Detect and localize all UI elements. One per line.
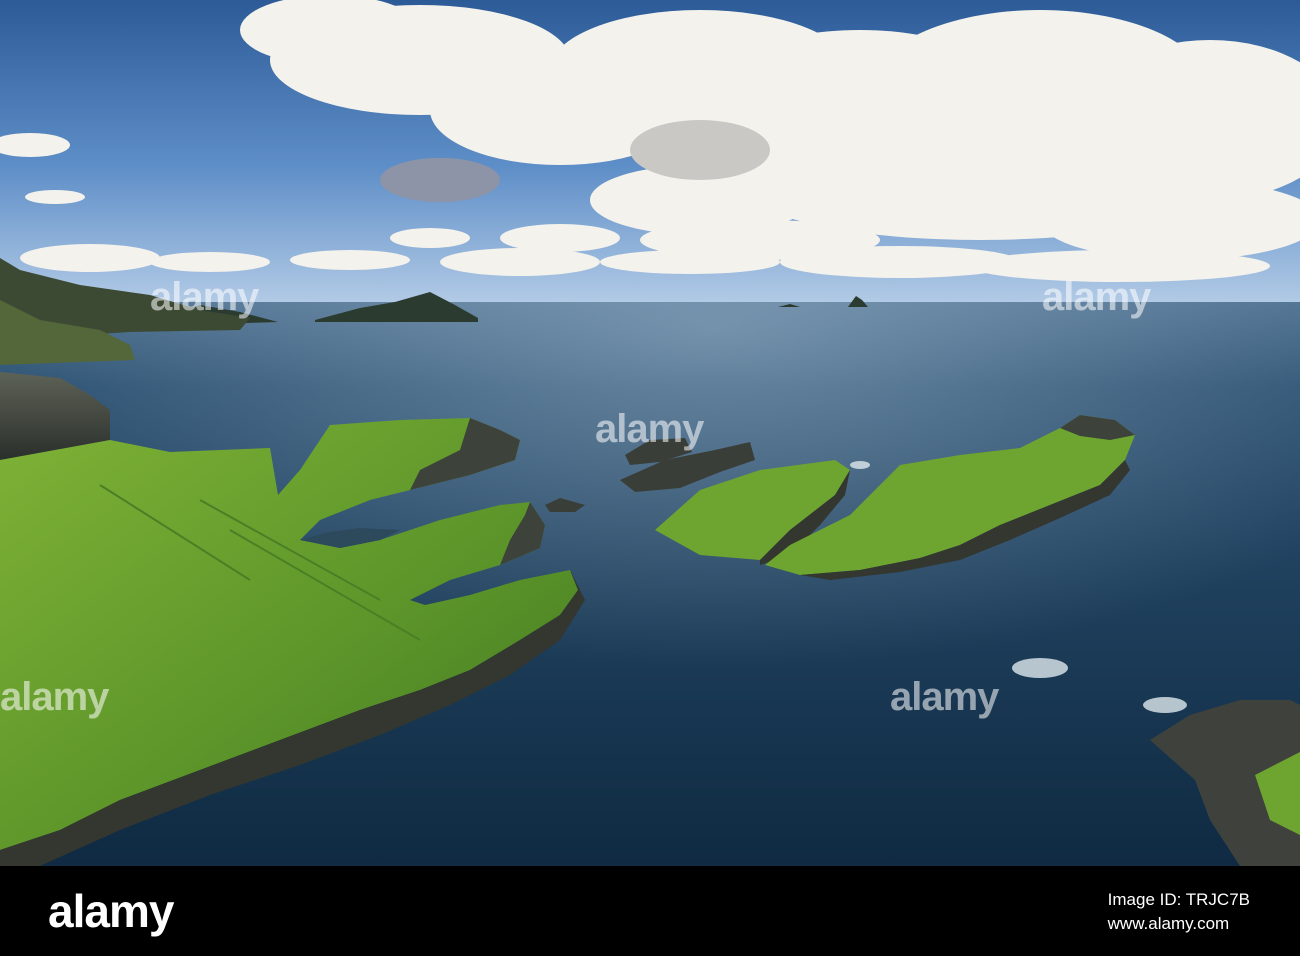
watermark-top-right: alamy [1042, 275, 1152, 319]
watermark-bottom-right: alamy [890, 675, 1000, 719]
image-id-label: Image ID: TRJC7B [1107, 890, 1250, 909]
website-link[interactable]: www.alamy.com [1108, 912, 1250, 936]
stock-footer-bar: alamy Image ID: TRJC7B www.alamy.com [0, 866, 1300, 956]
watermark-center: alamy [595, 407, 705, 451]
aerial-photo: alamy alamy alamy alamy alamy [0, 0, 1300, 866]
watermark-top-left: alamy [150, 275, 260, 319]
alamy-logo: alamy [48, 885, 174, 937]
footer-meta: Image ID: TRJC7B www.alamy.com [1108, 888, 1250, 936]
watermark-bottom-left: alamy [0, 675, 110, 719]
